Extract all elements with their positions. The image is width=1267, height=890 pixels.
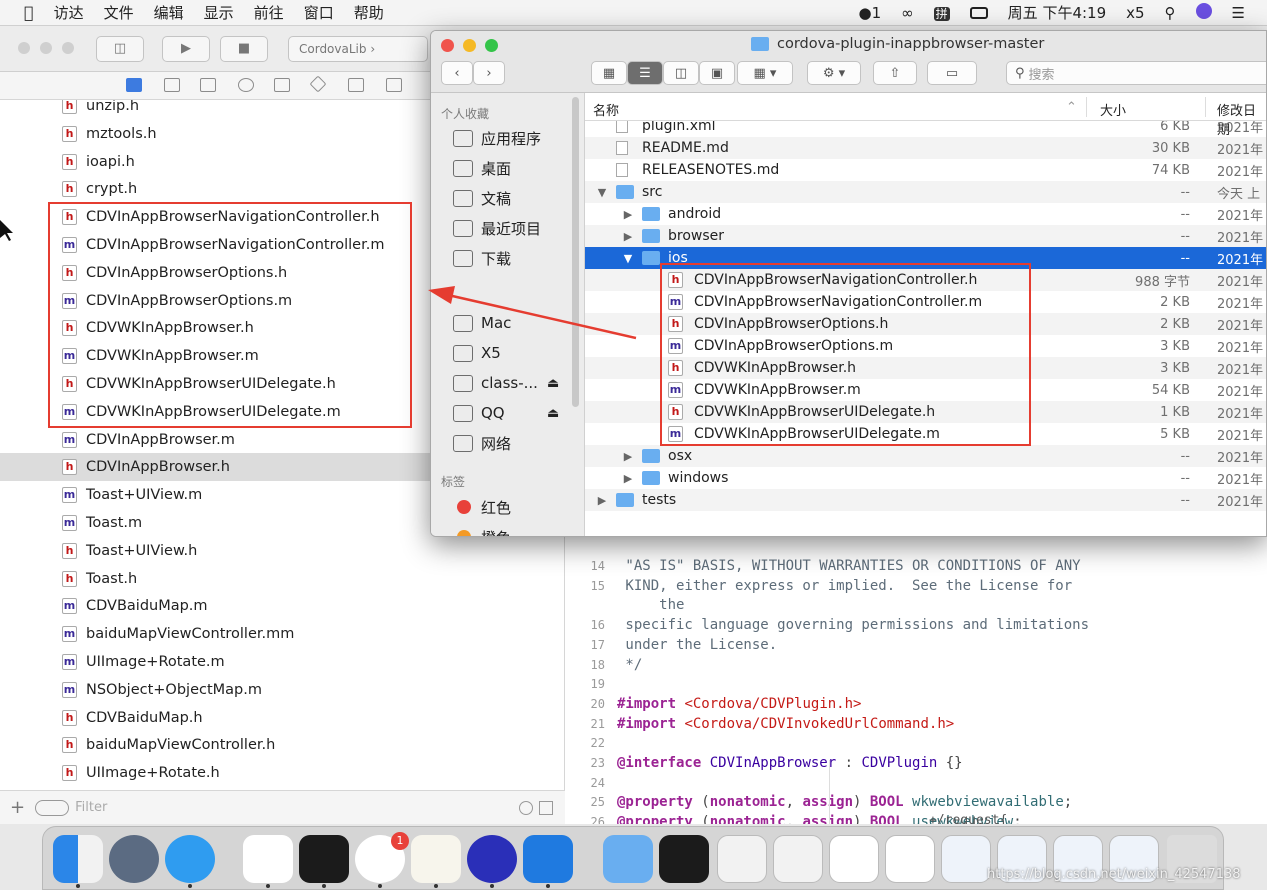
- launchpad-icon[interactable]: [109, 835, 159, 883]
- running-indicator: [490, 884, 494, 888]
- xcode-icon[interactable]: [523, 835, 573, 883]
- running-indicator: [266, 884, 270, 888]
- running-indicator: [188, 884, 192, 888]
- safari-icon[interactable]: [165, 835, 215, 883]
- baidu-netdisk-icon[interactable]: [243, 835, 293, 883]
- window-thumb-2[interactable]: [773, 835, 823, 883]
- folder-icon[interactable]: [603, 835, 653, 883]
- running-indicator: [378, 884, 382, 888]
- exec-icon[interactable]: [659, 835, 709, 883]
- running-indicator: [546, 884, 550, 888]
- qq-badge: 1: [391, 832, 409, 850]
- running-indicator: [322, 884, 326, 888]
- watermark: https://blog.csdn.net/weixin_42547138: [987, 867, 1241, 882]
- running-indicator: [434, 884, 438, 888]
- terminal-icon[interactable]: [299, 835, 349, 883]
- dock: 1 https://blog.csdn.net/weixin_42547138: [42, 826, 1241, 890]
- cursor-icon: [0, 220, 13, 241]
- window-thumb-3[interactable]: [829, 835, 879, 883]
- sublime-icon[interactable]: [467, 835, 517, 883]
- window-thumb-1[interactable]: [717, 835, 767, 883]
- running-indicator: [76, 884, 80, 888]
- annotation-arrow: [428, 286, 637, 340]
- window-thumb-4[interactable]: [885, 835, 935, 883]
- window-thumb-5[interactable]: [941, 835, 991, 883]
- textedit-icon[interactable]: [411, 835, 461, 883]
- finder-icon[interactable]: [53, 835, 103, 883]
